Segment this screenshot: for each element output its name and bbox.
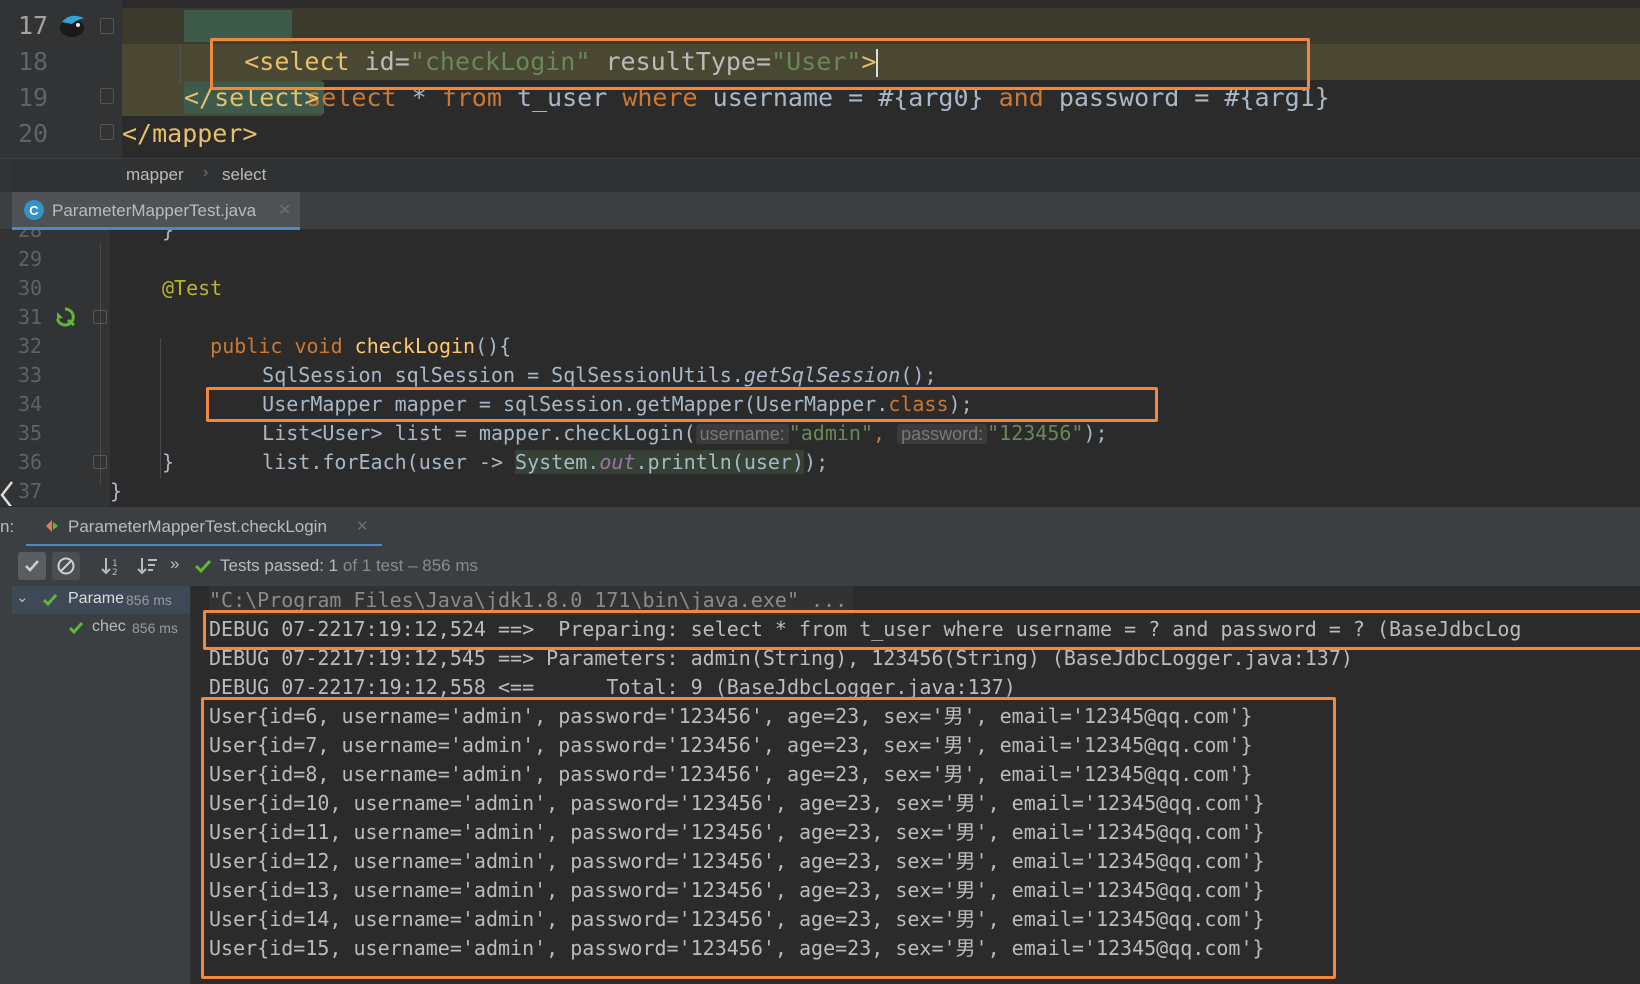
line-number: 19	[18, 83, 49, 112]
tests-status: Tests passed: 1 of 1 test – 856 ms	[220, 556, 478, 576]
java-editor[interactable]: 28 29 30 31 32 33 34 35 36 37 } @Test pu…	[0, 230, 1640, 506]
checklogin-call-highlight-box	[206, 387, 1158, 422]
tab-close-icon[interactable]: ✕	[278, 200, 291, 220]
tab-parametermappertest-java[interactable]: C ParameterMapperTest.java ✕	[12, 192, 300, 230]
show-ignored-toggle-icon[interactable]	[52, 552, 80, 580]
chevron-down-icon[interactable]: ⌄	[16, 588, 29, 606]
run-toolbar: 12 » Tests passed: 1 of 1 test – 856 ms	[0, 546, 1640, 586]
code-line-35[interactable]: list.forEach(user -> System.out.println(…	[214, 419, 828, 474]
code-text: System.	[515, 450, 600, 474]
code-line-28[interactable]: }	[162, 230, 174, 245]
mapper-close-tag[interactable]: </mapper>	[122, 116, 257, 152]
run-tab-checklogin[interactable]: ParameterMapperTest.checkLogin ✕	[26, 507, 382, 547]
tests-passed-check-icon	[194, 558, 212, 574]
breadcrumb-item-select[interactable]: select	[222, 165, 266, 185]
editor-tab-strip: C ParameterMapperTest.java ✕	[0, 192, 1640, 230]
fold-marker-icon[interactable]	[100, 124, 114, 140]
passed-check-icon	[42, 592, 58, 611]
tests-status-count: 1	[328, 556, 339, 575]
code-line-32[interactable]: SqlSession sqlSession = SqlSessionUtils.…	[214, 332, 936, 387]
tree-node-label: chec	[92, 618, 126, 635]
sort-by-duration-icon[interactable]	[134, 552, 162, 580]
fold-guide	[100, 244, 101, 484]
code-text: .println(user)	[635, 450, 805, 474]
editor-left-edge	[0, 0, 10, 158]
line-number: 30	[18, 276, 43, 300]
test-tree: ⌄ Parame 856 ms chec 856 ms	[0, 586, 190, 984]
sort-alphabetically-icon[interactable]: 12	[98, 552, 126, 580]
fold-marker-icon[interactable]	[100, 18, 114, 34]
run-panel-header: n: ParameterMapperTest.checkLogin ✕	[0, 506, 1640, 547]
line-number: 33	[18, 363, 43, 387]
code-text: list.forEach(user ->	[262, 450, 516, 474]
run-config-icon	[44, 518, 60, 534]
code-line-36[interactable]: }	[162, 448, 174, 477]
param-hint-password: password:	[897, 424, 988, 444]
line-number: 35	[18, 421, 43, 445]
tree-node-time: 856 ms	[126, 592, 172, 608]
code-line-37[interactable]: }	[110, 477, 122, 506]
line-number: 29	[18, 247, 43, 271]
tree-node-label: Parame	[68, 590, 125, 607]
svg-text:2: 2	[112, 568, 118, 576]
static-field: out	[599, 450, 636, 474]
breadcrumb-separator-icon: ›	[203, 164, 209, 181]
line-number: 28	[18, 230, 43, 242]
java-class-icon: C	[24, 200, 44, 220]
code-line-31[interactable]: public void checkLogin(){	[162, 303, 511, 358]
fold-marker-icon[interactable]	[93, 310, 107, 324]
indent-guide	[160, 338, 161, 478]
code-text: );	[1083, 421, 1108, 445]
editor-left-edge	[0, 230, 10, 506]
sql-highlight-box	[210, 38, 1310, 90]
console-output[interactable]: "C:\Program Files\Java\jdk1.8.0_171\bin\…	[190, 586, 1640, 984]
results-highlight-box	[201, 697, 1336, 979]
tree-node-root[interactable]: ⌄ Parame 856 ms	[12, 586, 190, 614]
line-number: 20	[18, 119, 49, 148]
code-line-33[interactable]: UserMapper mapper = sqlSession.getMapper…	[214, 361, 972, 416]
show-passed-toggle-icon[interactable]	[18, 552, 46, 580]
tree-node-time: 856 ms	[132, 620, 178, 636]
run-panel-prefix: n:	[0, 517, 15, 536]
tests-status-prefix: Tests passed:	[220, 556, 329, 575]
passed-check-icon	[68, 620, 84, 639]
run-test-icon[interactable]	[54, 306, 76, 328]
line-number: 32	[18, 334, 43, 358]
more-actions-icon[interactable]: »	[170, 554, 179, 574]
xml-editor[interactable]: 17 18 19 20 <select id="checkLogin" resu…	[0, 0, 1640, 158]
line-number: 37	[18, 479, 43, 503]
line-number: 31	[18, 305, 43, 329]
indent-guide	[180, 44, 181, 84]
line-number: 34	[18, 392, 43, 416]
breadcrumb: mapper › select	[0, 158, 1640, 193]
fold-marker-icon[interactable]	[100, 88, 114, 104]
breadcrumb-item-mapper[interactable]: mapper	[126, 165, 184, 185]
tests-status-suffix: of 1 test – 856 ms	[338, 556, 478, 575]
comma: ,	[873, 421, 886, 445]
line-number: 17	[18, 11, 49, 40]
mybatis-bird-icon[interactable]	[56, 10, 88, 40]
line-number: 36	[18, 450, 43, 474]
tab-label: ParameterMapperTest.java	[52, 201, 257, 220]
fold-marker-icon[interactable]	[93, 455, 107, 469]
run-tab-close-icon[interactable]: ✕	[356, 517, 369, 535]
run-tab-label: ParameterMapperTest.checkLogin	[68, 517, 327, 536]
breadcrumb-left-edge	[0, 159, 10, 193]
string-literal: "123456"	[987, 421, 1084, 445]
line-number: 18	[18, 47, 49, 76]
code-text: );	[804, 450, 829, 474]
tree-node-test[interactable]: chec 856 ms	[12, 614, 190, 642]
preparing-sql-highlight-box	[203, 610, 1640, 650]
annotation-test[interactable]: @Test	[162, 274, 222, 303]
